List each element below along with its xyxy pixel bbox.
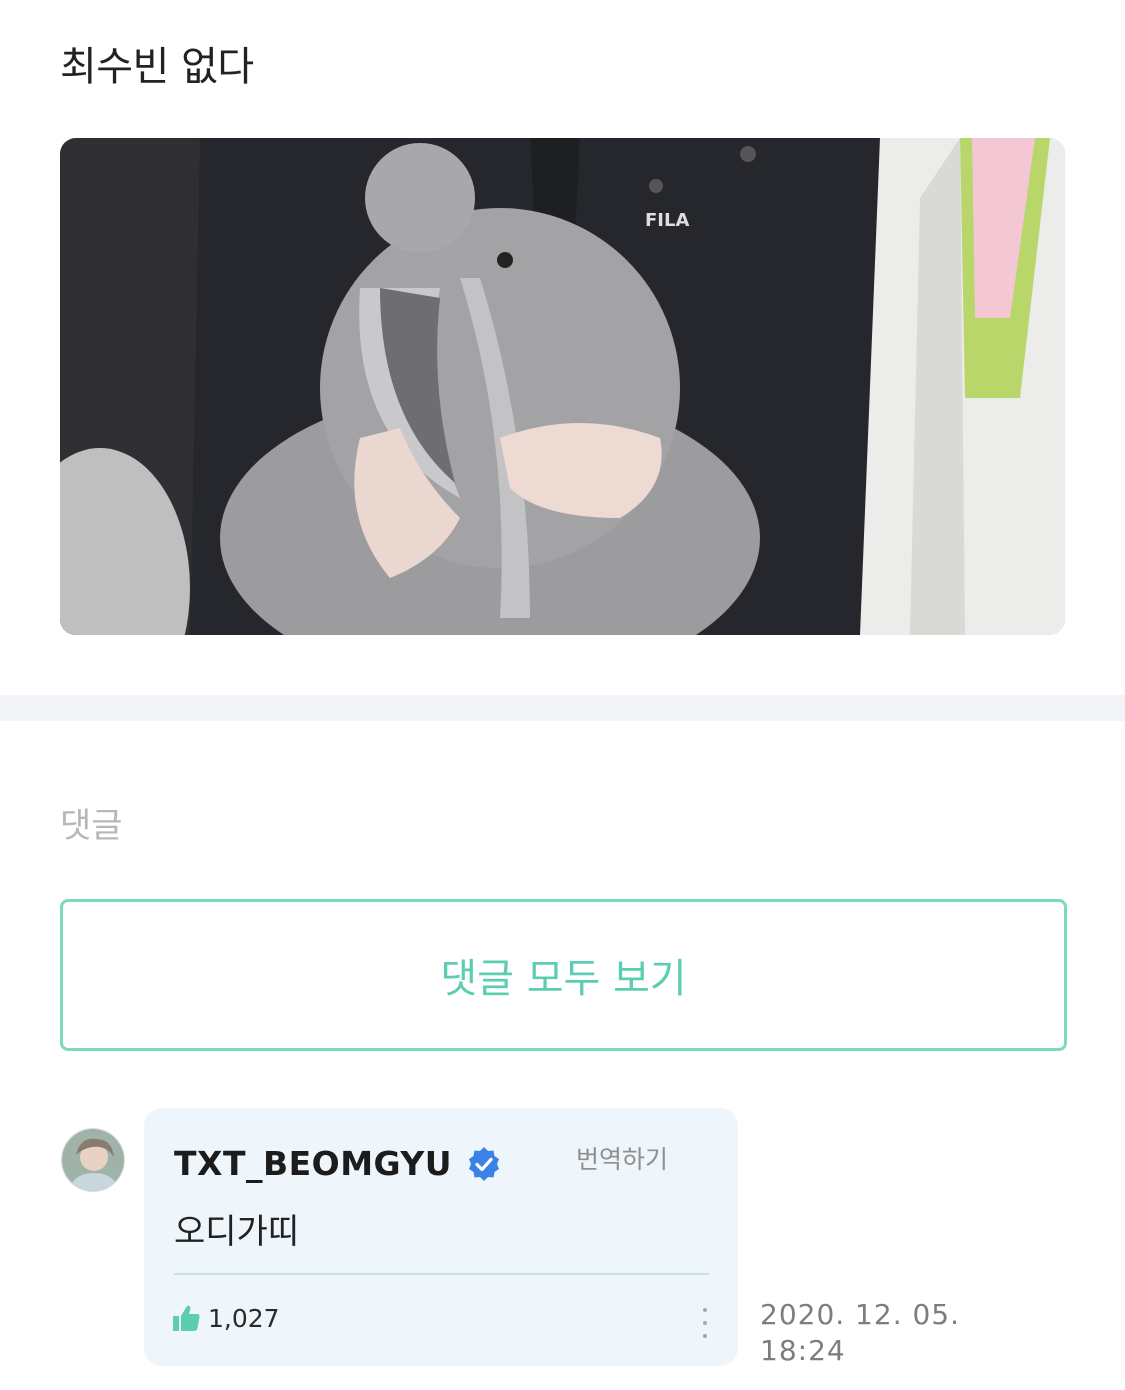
comment-author-name[interactable]: TXT_BEOMGYU: [174, 1144, 452, 1183]
comment-date: 2020. 12. 05.: [760, 1298, 961, 1331]
section-divider: [0, 695, 1125, 721]
svg-text:FILA: FILA: [645, 210, 689, 231]
view-all-comments-button[interactable]: 댓글 모두 보기: [60, 899, 1067, 1051]
thumbs-up-icon: [173, 1305, 200, 1331]
comment-body: 오디가띠: [174, 1212, 300, 1252]
post-text: 최수빈 없다: [60, 44, 254, 90]
photo-elephant-plush: FILA: [60, 138, 1065, 635]
comment-bubble: TXT_BEOMGYU 번역하기 오디가띠 1,027: [144, 1108, 738, 1366]
commenter-avatar[interactable]: [61, 1128, 125, 1192]
avatar-photo: [62, 1129, 124, 1191]
like-count: 1,027: [208, 1303, 280, 1333]
checkmark-badge-icon: [466, 1146, 502, 1182]
like-button[interactable]: 1,027: [170, 1302, 280, 1334]
comment-time: 18:24: [760, 1334, 846, 1367]
comments-heading: 댓글: [60, 806, 123, 846]
post-media-image[interactable]: FILA: [60, 138, 1065, 635]
comment-timestamp: 2020. 12. 05. 18:24: [760, 1297, 960, 1369]
comment-author[interactable]: TXT_BEOMGYU: [174, 1144, 502, 1183]
more-vertical-icon[interactable]: [699, 1308, 711, 1338]
comment-separator: [174, 1273, 709, 1275]
translate-link[interactable]: 번역하기: [576, 1140, 668, 1176]
